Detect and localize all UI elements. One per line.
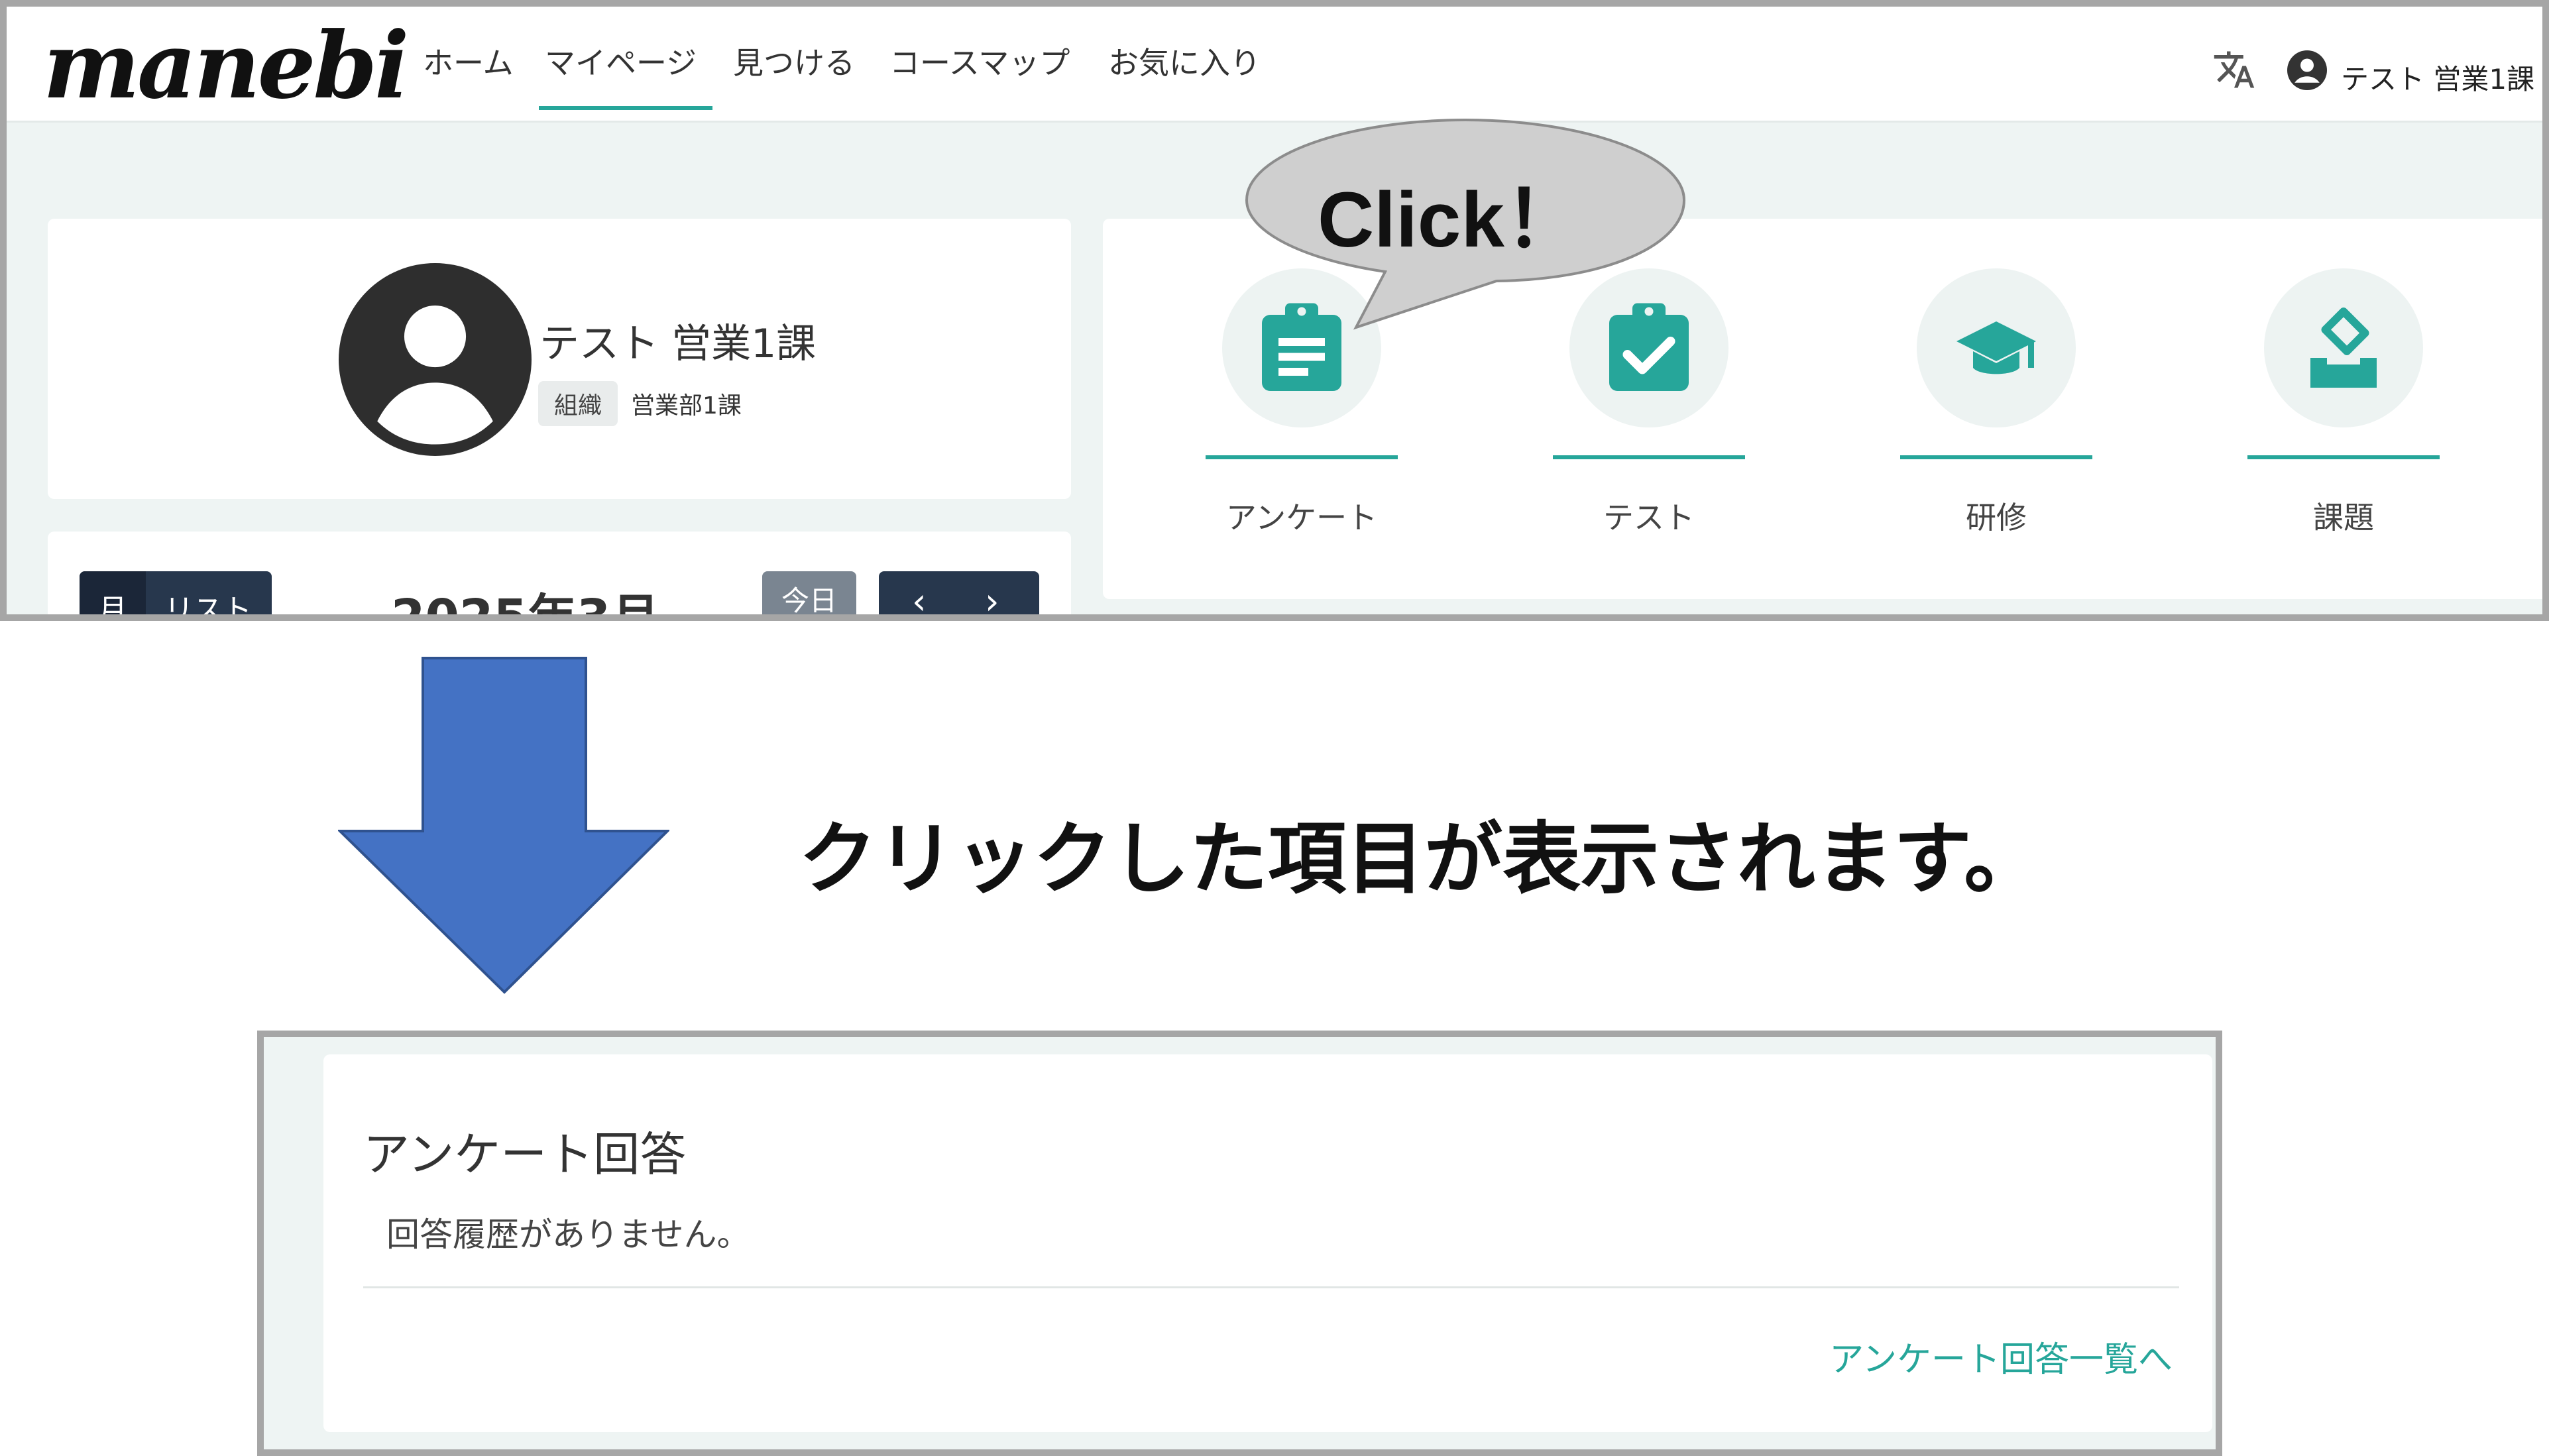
down-arrow-icon (338, 657, 669, 994)
top-screenshot-frame: manebi ホーム マイページ 見つける コースマップ お気に入り テスト 営… (0, 0, 2549, 621)
menu-label-assignment: 課題 (2313, 500, 2374, 535)
survey-answer-card: アンケート回答 回答履歴がありません。 アンケート回答一覧へ (323, 1054, 2212, 1432)
menu-label-test: テスト (1603, 500, 1695, 535)
menu-item-assignment[interactable]: 課題 (2247, 268, 2440, 547)
menu-icon-circle (1917, 268, 2076, 427)
nav-mypage[interactable]: マイページ (545, 48, 697, 78)
menu-underline (1900, 455, 2092, 459)
menu-icon-circle (2264, 268, 2423, 427)
org-name: 営業部1課 (631, 392, 742, 420)
calendar-month-title: 2025年3月 (391, 589, 660, 621)
menu-underline (1553, 455, 1745, 459)
profile-name: テスト 営業1課 (539, 321, 817, 367)
menu-label-training: 研修 (1966, 500, 2027, 535)
calendar-prev-button[interactable]: ‹ (912, 581, 927, 614)
nav-user-name[interactable]: テスト 営業1課 (2341, 57, 2534, 97)
calendar-view-toggle: 月 リスト (80, 571, 272, 614)
survey-empty-message: 回答履歴がありません。 (386, 1215, 750, 1254)
menu-underline (1206, 455, 1398, 459)
calendar-nav: ‹ › (879, 571, 1039, 614)
divider (363, 1286, 2179, 1288)
menu-item-training[interactable]: 研修 (1900, 268, 2092, 547)
calendar-view-month[interactable]: 月 (98, 586, 127, 614)
translate-icon[interactable] (2212, 48, 2256, 91)
nav-discover[interactable]: 見つける (733, 48, 855, 78)
org-badge: 組織 (538, 381, 618, 426)
calendar-today-button[interactable]: 今日 (762, 571, 856, 614)
calendar-view-list[interactable]: リスト (164, 586, 252, 614)
menu-underline (2247, 455, 2440, 459)
ballot-box-icon (2310, 308, 2377, 388)
account-circle-icon[interactable] (2287, 50, 2327, 90)
nav-active-indicator (539, 106, 712, 110)
calendar-next-button[interactable]: › (985, 581, 999, 614)
logo[interactable]: manebi (43, 20, 409, 111)
callout-text: Click！ (1317, 176, 1583, 264)
menu-label-survey: アンケート (1225, 500, 1378, 535)
instruction-text: クリックした項目が表示されます。 (799, 813, 2043, 905)
bottom-screenshot-frame: アンケート回答 回答履歴がありません。 アンケート回答一覧へ (257, 1031, 2222, 1456)
calendar-card: 月 リスト 2025年3月 今日 ‹ › (48, 532, 1071, 621)
graduation-cap-icon (1956, 321, 2036, 374)
nav-course-map[interactable]: コースマップ (889, 48, 1070, 78)
profile-card: テスト 営業1課 組織 営業部1課 (48, 219, 1071, 499)
account-circle-icon (339, 263, 532, 456)
top-navbar: manebi ホーム マイページ 見つける コースマップ お気に入り テスト 営… (7, 7, 2542, 123)
survey-answer-list-link[interactable]: アンケート回答一覧へ (1829, 1331, 2173, 1381)
nav-favorites[interactable]: お気に入り (1108, 48, 1261, 78)
nav-home[interactable]: ホーム (423, 48, 514, 78)
survey-answer-title: アンケート回答 (363, 1127, 687, 1182)
